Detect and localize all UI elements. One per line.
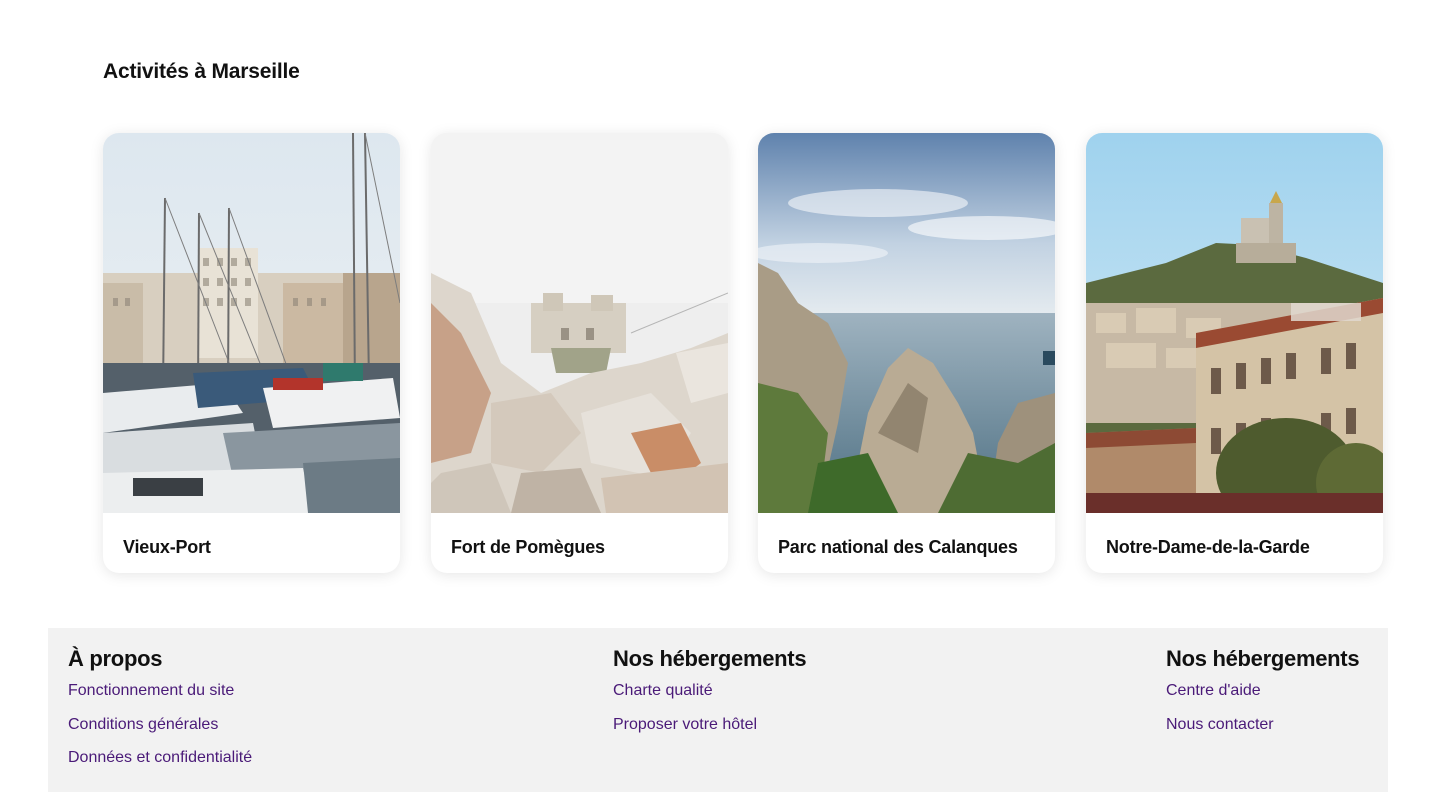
footer-link-contact[interactable]: Nous contacter <box>1166 716 1359 733</box>
footer-column-about: À propos Fonctionnement du site Conditio… <box>68 646 252 783</box>
harbor-boats-photo <box>103 133 400 513</box>
activity-card-label: Notre-Dame-de-la-Garde <box>1106 537 1310 557</box>
rocky-fort-photo <box>431 133 728 513</box>
footer-column-accommodations: Nos hébergements Charte qualité Proposer… <box>613 646 807 749</box>
footer-link-proposer-hotel[interactable]: Proposer votre hôtel <box>613 716 806 733</box>
activity-card-label: Parc national des Calanques <box>778 537 1018 557</box>
footer-link-donnees[interactable]: Données et confidentialité <box>68 749 252 766</box>
site-footer: À propos Fonctionnement du site Conditio… <box>48 628 1388 792</box>
activity-cards: Vieux-Port Fort de Pomègues Parc nationa… <box>103 133 1383 573</box>
activity-card-vieux-port[interactable]: Vieux-Port <box>103 133 400 573</box>
footer-column-help: Nos hébergements Centre d'aide Nous cont… <box>1166 646 1360 749</box>
activity-card-notre-dame-de-la-garde[interactable]: Notre-Dame-de-la-Garde <box>1086 133 1383 573</box>
activity-card-label: Fort de Pomègues <box>451 537 605 557</box>
activity-card-fort-de-pomegues[interactable]: Fort de Pomègues <box>431 133 728 573</box>
activity-card-calanques[interactable]: Parc national des Calanques <box>758 133 1055 573</box>
footer-column-title: À propos <box>68 646 163 671</box>
footer-link-fonctionnement[interactable]: Fonctionnement du site <box>68 682 252 699</box>
calanques-coast-photo <box>758 133 1055 513</box>
footer-column-title: Nos hébergements <box>1166 646 1360 671</box>
footer-link-centre-aide[interactable]: Centre d'aide <box>1166 682 1359 699</box>
section-title: Activités à Marseille <box>103 60 300 83</box>
footer-column-title: Nos hébergements <box>613 646 807 671</box>
activity-card-label: Vieux-Port <box>123 537 211 557</box>
basilica-hill-photo <box>1086 133 1383 513</box>
footer-link-conditions[interactable]: Conditions générales <box>68 716 252 733</box>
footer-link-charte[interactable]: Charte qualité <box>613 682 806 699</box>
